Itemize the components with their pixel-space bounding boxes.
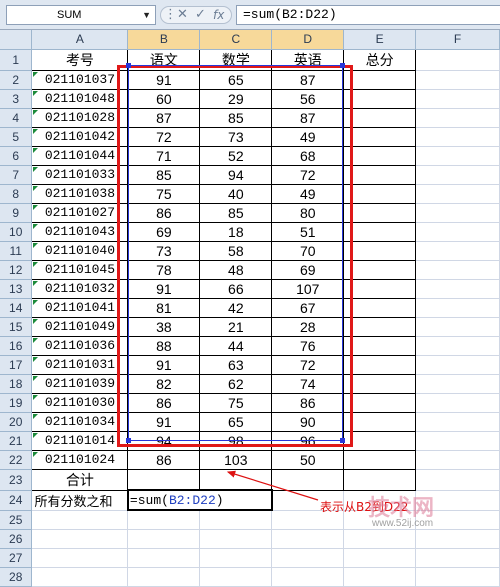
cell[interactable] [199,567,273,587]
table-row: 27 [0,548,500,568]
cell[interactable] [127,567,201,587]
cell[interactable] [199,548,273,568]
watermark-url: www.52ij.com [372,518,434,529]
table-row: 28 [0,567,500,587]
cell[interactable] [31,548,129,568]
cell[interactable] [343,567,417,587]
cell[interactable] [271,548,345,568]
cell[interactable] [415,548,500,568]
cell[interactable] [343,548,417,568]
cell[interactable] [31,567,129,587]
cell[interactable] [415,567,500,587]
cell[interactable] [127,548,201,568]
row-header[interactable]: 28 [0,567,33,587]
cell[interactable] [271,567,345,587]
row-header[interactable]: 27 [0,548,33,568]
annotation-arrow [226,470,319,501]
